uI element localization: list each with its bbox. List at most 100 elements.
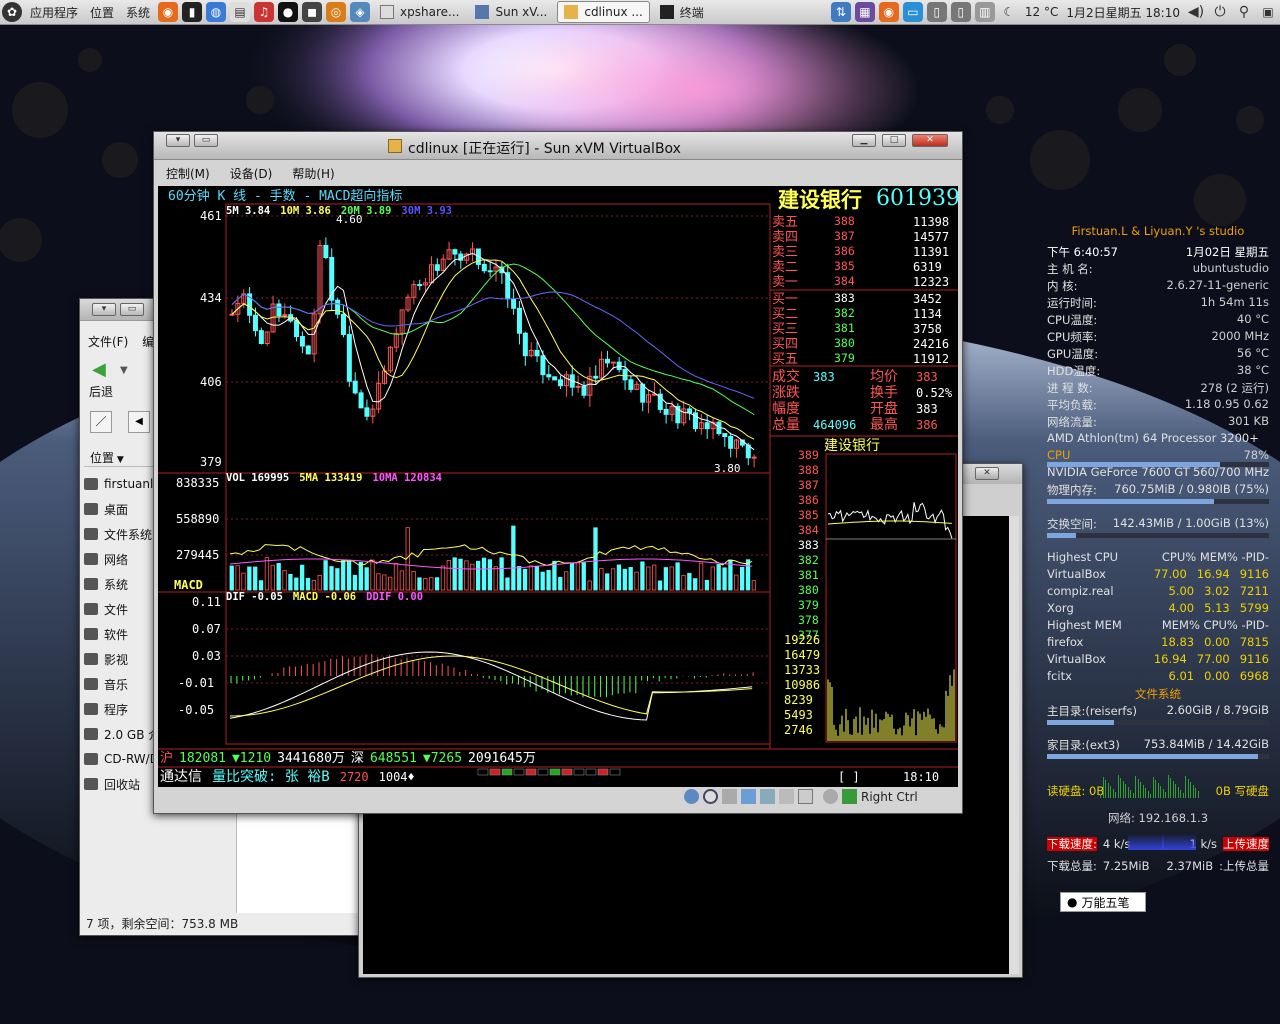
document-icon[interactable]: ▤ — [230, 2, 251, 22]
tray-monitor-icon[interactable]: ▦ — [854, 2, 875, 22]
ask-volume: 14577 — [913, 230, 950, 244]
places-item[interactable]: 软件 — [84, 623, 128, 645]
stat-label: 幅度 — [772, 401, 800, 417]
candle-body — [722, 433, 728, 438]
mini-volume-axis-label: 8239 — [784, 693, 813, 707]
stock-screen[interactable]: 60分钟 K 线 - 手数 - MACD超向指标 建设银行 601939 5M … — [158, 186, 958, 787]
volume-bar — [282, 570, 287, 591]
ask-volume: 6319 — [913, 260, 942, 274]
file-manager-menu-button[interactable]: ▾ — [92, 303, 116, 316]
places-item[interactable]: firstuanl — [84, 473, 153, 495]
back-arrow-icon[interactable]: ◀ — [92, 359, 106, 380]
places-item[interactable]: 文件 — [84, 598, 128, 620]
maximize-button[interactable]: □ — [882, 134, 906, 147]
conky-row: 下午 6:40:57 1月02日 星期五 — [1047, 245, 1269, 259]
places-item[interactable]: 文件系统 — [84, 523, 152, 545]
ubuntu-logo-icon[interactable]: ✿ — [2, 2, 22, 22]
power-icon[interactable]: ⏻ — [1210, 2, 1230, 22]
back-button-label[interactable]: 后退 — [89, 383, 113, 400]
network-adapter-icon[interactable] — [741, 789, 756, 804]
edit-path-icon[interactable]: ／ — [90, 411, 112, 433]
mini-price-axis-label: 380 — [798, 583, 819, 597]
basketball-icon[interactable]: ◎ — [326, 2, 347, 22]
menu-places[interactable]: 位置 — [84, 0, 120, 25]
macd-label: MACD -0.06 — [292, 591, 357, 603]
places-item[interactable]: 音乐 — [84, 673, 128, 695]
menu-devices[interactable]: 设备(D) — [230, 165, 273, 182]
hdd-icon[interactable] — [684, 789, 699, 804]
menu-system[interactable]: 系统 — [120, 0, 156, 25]
places-item[interactable]: 2.0 GB 介 — [84, 723, 160, 745]
mini-price-axis-label: 382 — [798, 553, 819, 567]
mini-price-axis-label: 383 — [798, 538, 819, 552]
task-cdlinux[interactable]: cdlinux ... — [557, 1, 650, 23]
ime-status[interactable]: ● 万能五笔 — [1060, 892, 1146, 912]
macd-dif-line — [229, 651, 753, 721]
places-item[interactable]: CD-RW/D — [84, 748, 159, 770]
shared-folder-icon[interactable] — [779, 789, 794, 804]
tray-applet-icon[interactable]: ▯ — [926, 2, 947, 22]
tray-applet2-icon[interactable]: ▯ — [950, 2, 971, 22]
conky-row: HDD温度: 38 °C — [1047, 363, 1269, 378]
host-key-arrow-icon[interactable] — [842, 789, 857, 804]
intraday-average-line — [827, 520, 952, 525]
tray-firefox-icon[interactable]: ◉ — [878, 2, 899, 22]
firefox-icon[interactable]: ◉ — [158, 2, 179, 22]
mouse-integration-icon[interactable] — [823, 789, 838, 804]
qq-penguin-icon[interactable]: ● — [278, 2, 299, 22]
drive-icon — [84, 678, 98, 690]
search-icon[interactable]: ⚲ — [1234, 2, 1254, 22]
places-item[interactable]: 影视 — [84, 648, 128, 670]
places-item[interactable]: 桌面 — [84, 498, 128, 520]
menu-help[interactable]: 帮助(H) — [292, 165, 334, 182]
terminal-close-button[interactable]: ✕ — [975, 467, 999, 480]
tray-network-icon[interactable]: ⇅ — [830, 2, 851, 22]
tray-display-icon[interactable]: ▭ — [902, 2, 923, 22]
display-icon[interactable] — [798, 789, 813, 804]
places-item[interactable]: 网络 — [84, 548, 128, 570]
menu-control[interactable]: 控制(M) — [166, 165, 210, 182]
game-icon[interactable]: ◼ — [302, 2, 323, 22]
macd-label: DIF -0.05 — [226, 591, 283, 603]
ask-volume: 11391 — [913, 245, 950, 259]
compass-icon[interactable]: ◈ — [350, 2, 371, 22]
file-menu[interactable]: 文件(F) — [88, 333, 128, 350]
task-xpshare[interactable]: xpshare... — [374, 1, 465, 23]
terminal-scrollbar[interactable] — [1009, 516, 1019, 974]
usb-icon[interactable] — [760, 789, 775, 804]
cdrom-icon[interactable] — [703, 789, 718, 804]
bid-volume: 24216 — [913, 337, 950, 351]
floppy-icon[interactable] — [722, 789, 737, 804]
window-menu-button[interactable]: ▾ — [166, 134, 190, 147]
mini-price-axis-label: 378 — [798, 613, 819, 627]
bid-label: 买四 — [772, 337, 799, 352]
places-item[interactable]: 程序 — [84, 698, 128, 720]
task-virtualbox[interactable]: Sun xV... — [469, 1, 553, 23]
price-axis-label: 434 — [200, 291, 222, 305]
minimize-button[interactable]: ▁ — [852, 134, 876, 147]
path-left-icon[interactable]: ◀ — [128, 411, 150, 433]
volume-bar — [235, 565, 240, 591]
file-manager-restore-button[interactable]: ▭ — [120, 303, 144, 316]
volume-bar — [552, 560, 557, 591]
places-item[interactable]: 回收站 — [84, 773, 140, 795]
candle-body — [552, 376, 558, 381]
window-title: cdlinux [正在运行] - Sun xVM VirtualBox — [408, 141, 681, 157]
window-shade-button[interactable]: ▭ — [194, 134, 218, 147]
window-switch-icon[interactable]: ▣ — [1258, 2, 1278, 22]
globe-icon[interactable]: ◍ — [206, 2, 227, 22]
close-button[interactable]: ✕ — [912, 134, 948, 147]
task-terminal[interactable]: 终端 — [654, 1, 710, 23]
media-icon[interactable]: ♫ — [254, 2, 275, 22]
temperature[interactable]: 12 °C — [1021, 0, 1062, 25]
menu-applications[interactable]: 应用程序 — [24, 0, 84, 25]
volume-icon[interactable]: ◀) — [1186, 2, 1206, 22]
file-manager-statusbar: 7 项，剩余空间：753.8 MB — [86, 917, 239, 931]
back-dropdown-icon[interactable]: ▼ — [120, 365, 128, 376]
macd-axis-label: -0.01 — [178, 676, 215, 690]
terminal-icon[interactable]: ▮ — [182, 2, 203, 22]
places-item[interactable]: 系统 — [84, 573, 128, 595]
clock[interactable]: 1月2日星期五 18:10 — [1062, 0, 1184, 25]
tray-disk-icon[interactable]: ▥ — [974, 2, 995, 22]
volume-bar — [681, 575, 686, 591]
